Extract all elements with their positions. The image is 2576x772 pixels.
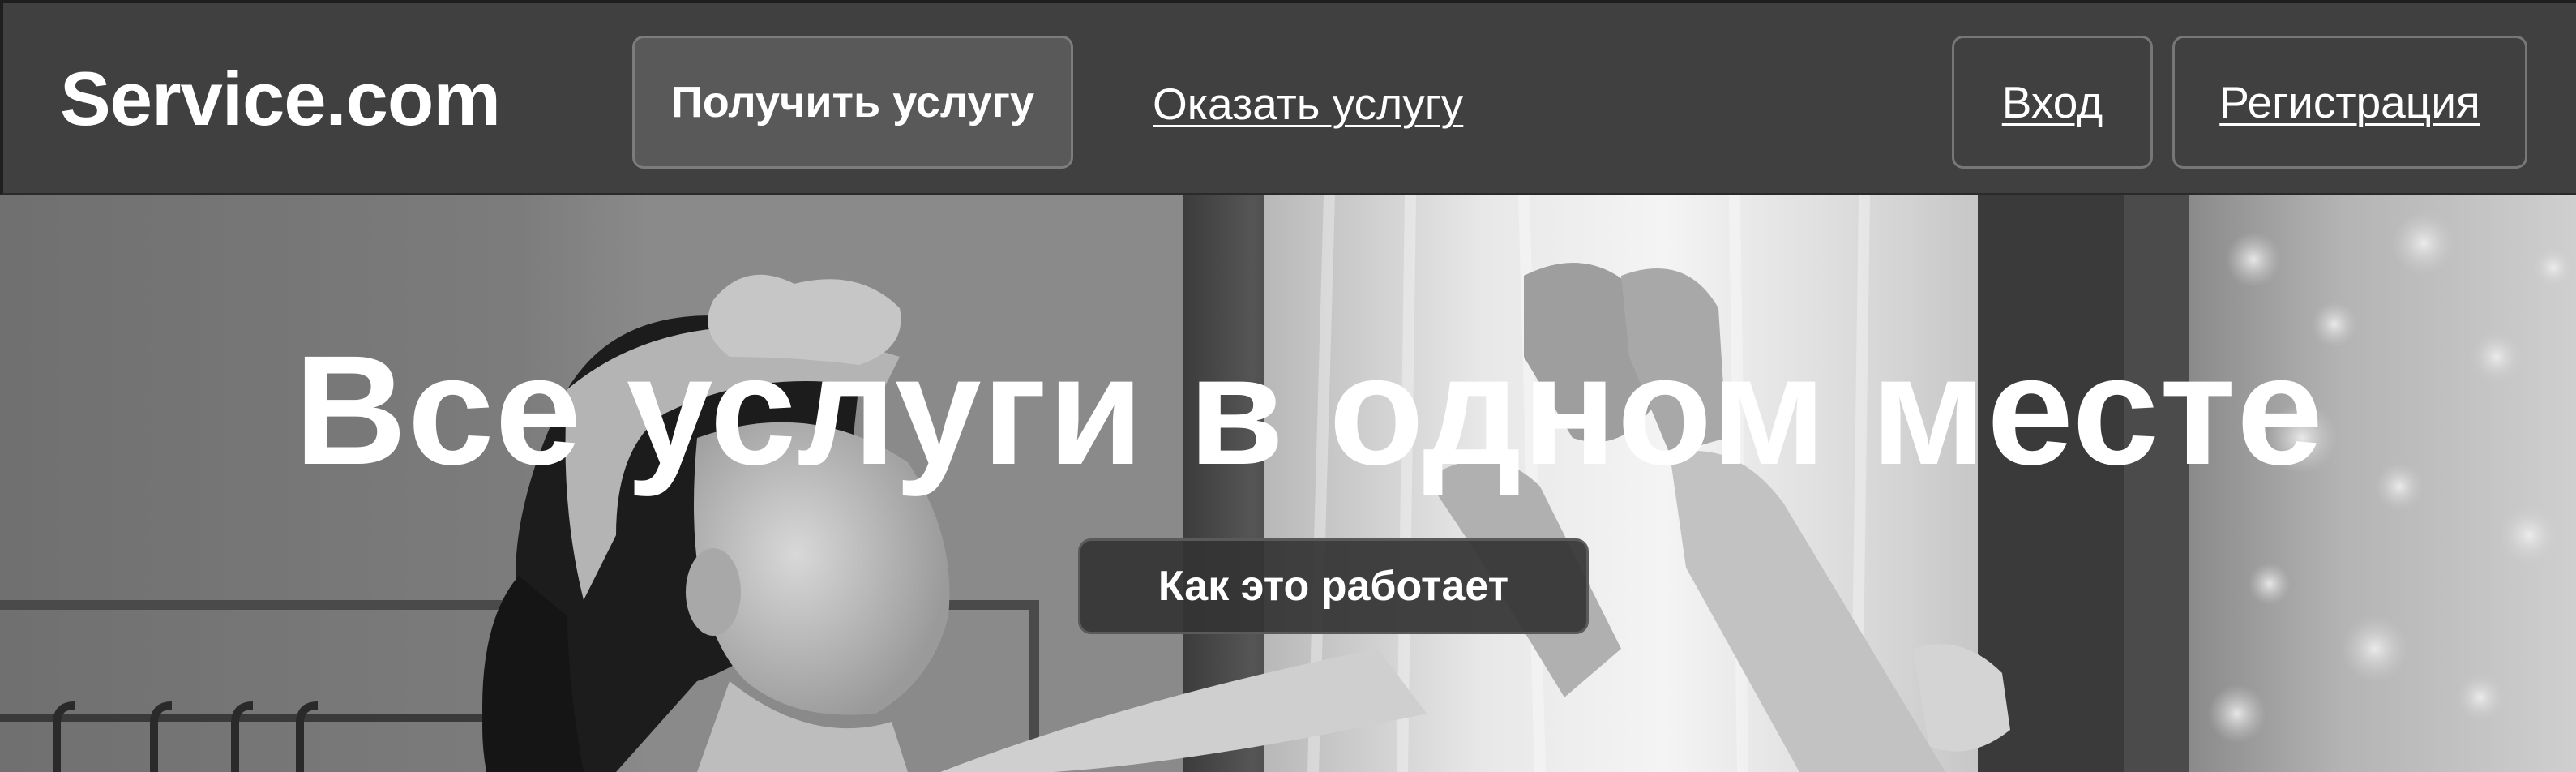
page: Service.com Получить услугу Оказать услу… xyxy=(0,0,2576,772)
hero-section: Все услуги в одном месте Как это работае… xyxy=(0,195,2576,772)
offer-service-link[interactable]: Оказать услугу xyxy=(1153,3,1463,199)
register-button[interactable]: Регистрация xyxy=(2172,36,2527,169)
login-button[interactable]: Вход xyxy=(1952,36,2153,169)
site-logo[interactable]: Service.com xyxy=(60,3,501,195)
get-service-button[interactable]: Получить услугу xyxy=(632,36,1073,169)
hero-title: Все услуги в одном месте xyxy=(294,323,2324,497)
site-header: Service.com Получить услугу Оказать услу… xyxy=(0,0,2576,195)
how-it-works-button[interactable]: Как это работает xyxy=(1078,538,1589,634)
